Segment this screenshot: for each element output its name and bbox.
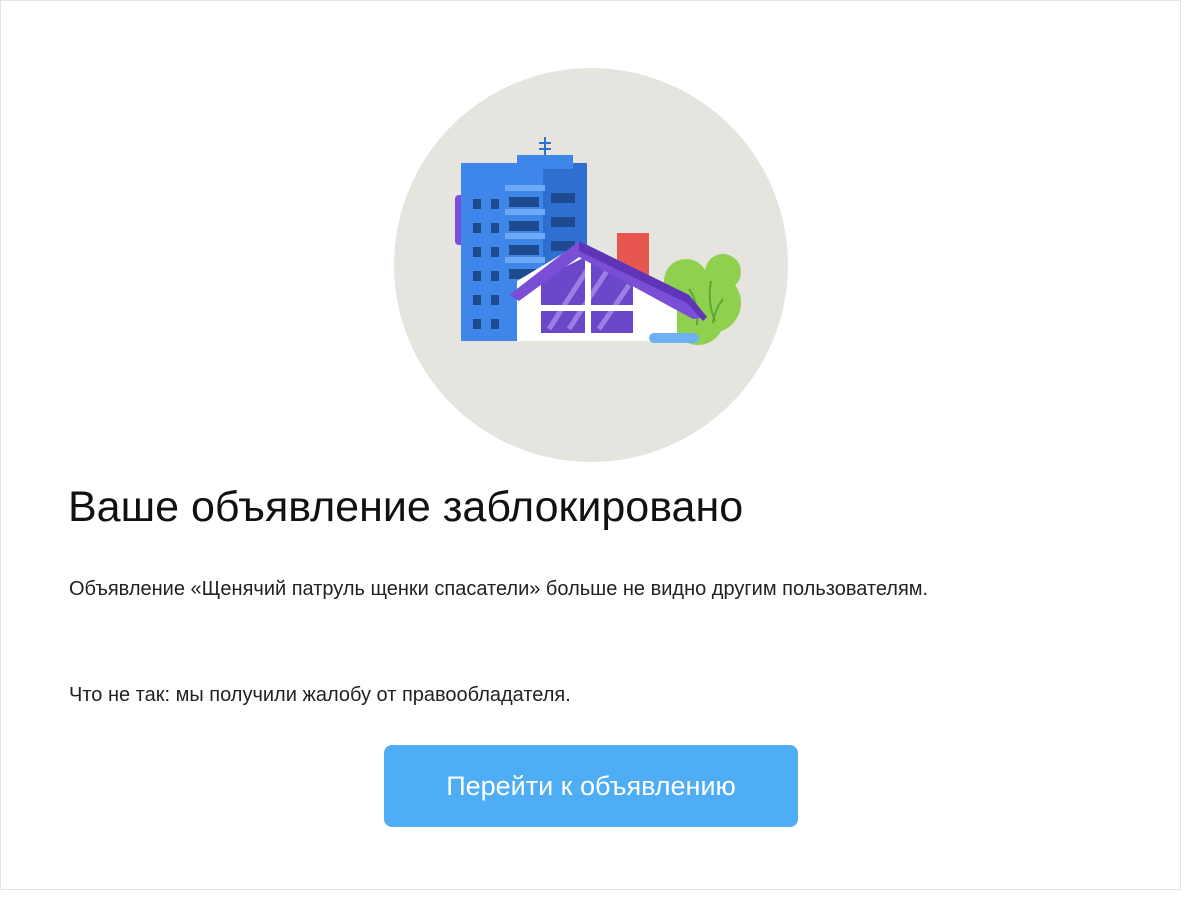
listing-status-message: Объявление «Щенячий патруль щенки спасат… (69, 578, 929, 600)
page-title: Ваше объявление заблокировано (68, 483, 744, 531)
notification-card: Ваше объявление заблокировано Объявление… (0, 0, 1181, 890)
blocked-listing-illustration (393, 67, 789, 463)
block-reason-text: Что не так: мы получили жалобу от правоо… (69, 684, 571, 706)
go-to-listing-button[interactable]: Перейти к объявлению (384, 745, 798, 827)
building-house-image (394, 68, 788, 462)
